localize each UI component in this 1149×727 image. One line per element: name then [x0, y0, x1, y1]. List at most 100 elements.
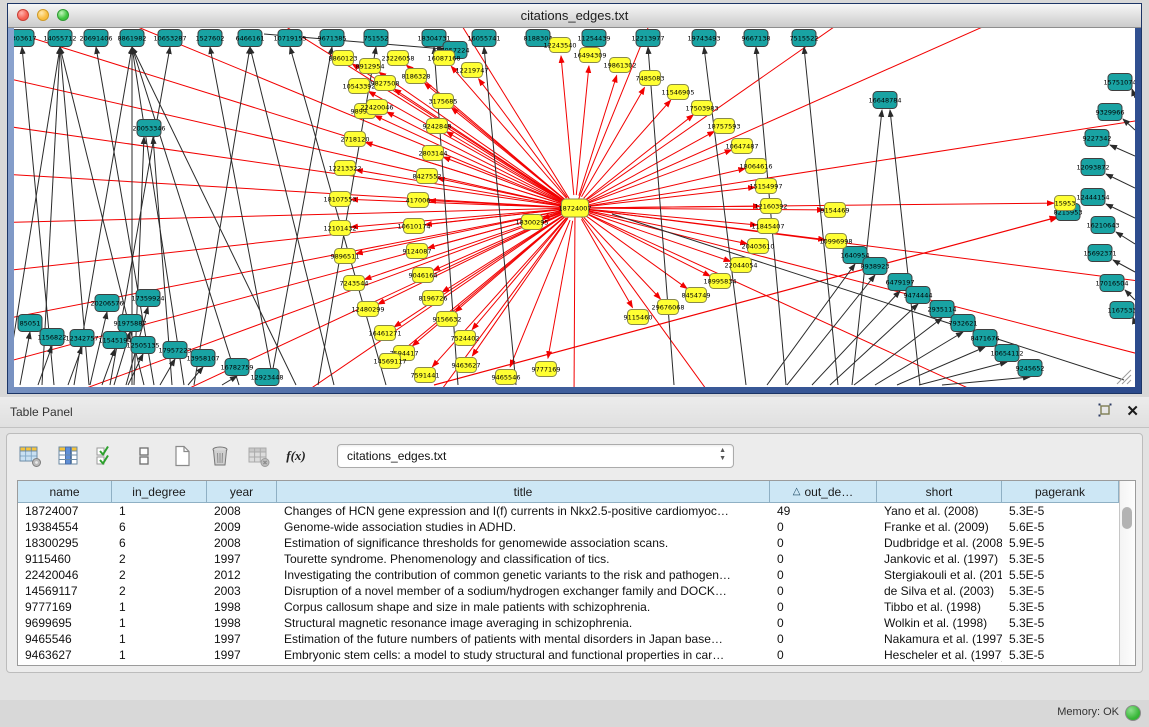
- column-header-pagerank[interactable]: pagerank: [1002, 481, 1119, 502]
- cell-name[interactable]: 9777169: [18, 599, 112, 615]
- cell-pagerank[interactable]: 5.5E-5: [1002, 567, 1119, 583]
- column-header-title[interactable]: title: [277, 481, 770, 502]
- graph-node-8427552[interactable]: 8427552: [413, 169, 442, 184]
- table-row[interactable]: 911546021997Tourette syndrome. Phenomeno…: [18, 551, 1119, 567]
- create-column-button[interactable]: [169, 443, 195, 469]
- cell-short[interactable]: Franke et al. (2009): [877, 519, 1002, 535]
- cell-pagerank[interactable]: 5.3E-5: [1002, 647, 1119, 663]
- cell-title[interactable]: Embryonic stem cells: a model to study s…: [277, 647, 770, 663]
- network-canvas[interactable]: 2303617140557122069140688619821065328715…: [14, 28, 1135, 387]
- graph-node-20403610[interactable]: 20403610: [741, 239, 774, 254]
- graph-node-13958107[interactable]: 13958107: [186, 350, 219, 367]
- cell-year[interactable]: 2009: [207, 519, 277, 535]
- graph-node-10653287[interactable]: 10653287: [153, 30, 186, 47]
- cell-out_de[interactable]: 0: [770, 567, 877, 583]
- cell-name[interactable]: 9465546: [18, 631, 112, 647]
- graph-node-751552[interactable]: 751552: [364, 30, 389, 47]
- graph-node-2803144[interactable]: 2803144: [419, 146, 448, 161]
- graph-node-7243544[interactable]: 7243544: [340, 276, 369, 291]
- cell-year[interactable]: 1997: [207, 551, 277, 567]
- graph-node-15154997[interactable]: 15154997: [749, 179, 782, 194]
- graph-node-9227342[interactable]: 9227342: [1083, 130, 1112, 147]
- cell-short[interactable]: Stergiakouli et al. (2012): [877, 567, 1002, 583]
- graph-node-2718120[interactable]: 2718120: [341, 132, 370, 147]
- cell-in_degree[interactable]: 6: [112, 535, 207, 551]
- cell-in_degree[interactable]: 2: [112, 551, 207, 567]
- table-row[interactable]: 1938455462009Genome-wide association stu…: [18, 519, 1119, 535]
- graph-node-10719155[interactable]: 10719155: [273, 30, 306, 47]
- cell-out_de[interactable]: 0: [770, 583, 877, 599]
- graph-node-12219747[interactable]: 12219747: [455, 63, 488, 78]
- graph-node-16648784[interactable]: 16648784: [868, 92, 901, 109]
- cell-name[interactable]: 9115460: [18, 551, 112, 567]
- cell-name[interactable]: 22420046: [18, 567, 112, 583]
- graph-node-15692371[interactable]: 15692371: [1083, 245, 1116, 262]
- cell-out_de[interactable]: 0: [770, 535, 877, 551]
- citation-network-graph[interactable]: 2303617140557122069140688619821065328715…: [14, 28, 1135, 387]
- graph-node-91975887[interactable]: 91975887: [113, 315, 146, 332]
- graph-node-1527602[interactable]: 1527602: [196, 30, 225, 47]
- cell-pagerank[interactable]: 5.3E-5: [1002, 631, 1119, 647]
- cell-year[interactable]: 2003: [207, 583, 277, 599]
- table-row[interactable]: 1456911722003Disruption of a novel membe…: [18, 583, 1119, 599]
- cell-name[interactable]: 19384554: [18, 519, 112, 535]
- cell-short[interactable]: Tibbo et al. (1998): [877, 599, 1002, 615]
- cell-title[interactable]: Tourette syndrome. Phenomenology and cla…: [277, 551, 770, 567]
- cell-title[interactable]: Corpus callosum shape and size in male p…: [277, 599, 770, 615]
- graph-node-17503983[interactable]: 17503983: [685, 101, 718, 116]
- graph-node-12213977[interactable]: 12213977: [631, 30, 664, 47]
- delete-table-button[interactable]: [245, 443, 271, 469]
- cell-year[interactable]: 1998: [207, 615, 277, 631]
- cell-pagerank[interactable]: 5.9E-5: [1002, 535, 1119, 551]
- graph-node-18757593[interactable]: 18757593: [707, 119, 740, 134]
- graph-node-7591441[interactable]: 7591441: [411, 368, 440, 383]
- graph-node-7524402[interactable]: 7524402: [451, 331, 480, 346]
- cell-in_degree[interactable]: 1: [112, 631, 207, 647]
- cell-in_degree[interactable]: 2: [112, 567, 207, 583]
- graph-node-12160392[interactable]: 12160392: [754, 199, 787, 214]
- graph-node-9827508[interactable]: 9827508: [371, 76, 400, 91]
- graph-node-14055712[interactable]: 14055712: [43, 30, 76, 47]
- graph-node-12101432[interactable]: 12101432: [323, 221, 356, 236]
- graph-node-3175685[interactable]: 3175685: [429, 94, 458, 109]
- cell-title[interactable]: Genome-wide association studies in ADHD.: [277, 519, 770, 535]
- cell-in_degree[interactable]: 1: [112, 503, 207, 519]
- graph-node-8186328[interactable]: 8186328: [402, 69, 431, 84]
- graph-node-17016504[interactable]: 17016504: [1095, 275, 1128, 292]
- cell-name[interactable]: 14569117: [18, 583, 112, 599]
- graph-node-9465546[interactable]: 9465546: [492, 370, 521, 385]
- graph-node-29676068[interactable]: 29676068: [651, 300, 684, 315]
- cell-title[interactable]: Changes of HCN gene expression and I(f) …: [277, 503, 770, 519]
- graph-node-10654112[interactable]: 10654112: [990, 345, 1023, 362]
- close-panel-button[interactable]: ✕: [1126, 404, 1139, 420]
- cell-out_de[interactable]: 0: [770, 599, 877, 615]
- graph-node-2303617[interactable]: 2303617: [14, 30, 36, 47]
- graph-node-9896511[interactable]: 9896511: [331, 249, 360, 264]
- graph-node-16055741[interactable]: 16055741: [467, 30, 500, 47]
- graph-node-6466161[interactable]: 6466161: [236, 30, 265, 47]
- graph-node-9046164[interactable]: 9046164: [409, 268, 438, 283]
- cell-short[interactable]: Yano et al. (2008): [877, 503, 1002, 519]
- graph-node-16210643[interactable]: 16210643: [1086, 217, 1119, 234]
- graph-node-16782759[interactable]: 16782759: [220, 359, 253, 376]
- cell-title[interactable]: Estimation of significance thresholds fo…: [277, 535, 770, 551]
- cell-out_de[interactable]: 0: [770, 551, 877, 567]
- graph-node-12093872[interactable]: 12093872: [1076, 159, 1109, 176]
- table-selector-dropdown[interactable]: citations_edges.txt ▲▼: [337, 444, 734, 468]
- graph-node-8860123[interactable]: 8860123: [329, 51, 358, 66]
- cell-year[interactable]: 2008: [207, 535, 277, 551]
- cell-short[interactable]: Dudbridge et al. (2008): [877, 535, 1002, 551]
- cell-short[interactable]: Wolkin et al. (1998): [877, 615, 1002, 631]
- graph-node-20053346[interactable]: 20053346: [132, 120, 165, 137]
- cell-out_de[interactable]: 0: [770, 615, 877, 631]
- graph-node-8912954[interactable]: 8912954: [356, 59, 385, 74]
- cell-name[interactable]: 18300295: [18, 535, 112, 551]
- cell-out_de[interactable]: 49: [770, 503, 877, 519]
- column-header-in_degree[interactable]: in_degree: [112, 481, 207, 502]
- graph-node-9777169[interactable]: 9777169: [532, 362, 561, 377]
- cell-year[interactable]: 1997: [207, 647, 277, 663]
- cell-name[interactable]: 9463627: [18, 647, 112, 663]
- cell-short[interactable]: Hescheler et al. (1997): [877, 647, 1002, 663]
- cell-pagerank[interactable]: 5.3E-5: [1002, 583, 1119, 599]
- graph-node-15953[interactable]: 15953: [1055, 196, 1076, 211]
